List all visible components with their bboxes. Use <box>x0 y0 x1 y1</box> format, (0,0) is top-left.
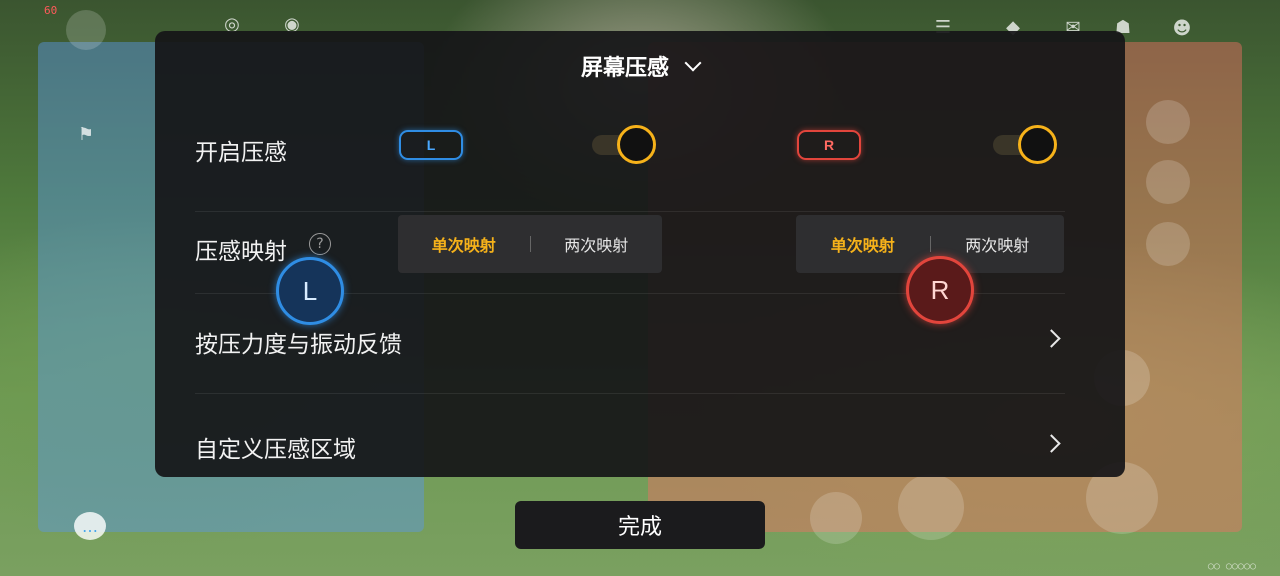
panel-title: 屏幕压感 <box>580 56 669 81</box>
toggle-knob <box>1018 125 1057 164</box>
fps-counter: 60 <box>44 4 58 17</box>
skill-button <box>810 492 862 544</box>
divider <box>195 393 1065 394</box>
pressure-mapping-label: 压感映射 <box>195 239 287 265</box>
version-text: ○○ ○○○○○ <box>1207 561 1256 572</box>
right-pressure-toggle[interactable] <box>993 125 1057 165</box>
toggle-knob <box>617 125 656 164</box>
right-badge: R <box>797 130 861 160</box>
left-mapping-selector: 单次映射 两次映射 <box>398 215 662 273</box>
chevron-right-icon[interactable] <box>1042 434 1061 453</box>
left-zone-marker[interactable]: L <box>276 257 344 325</box>
character-icon: ☻ <box>1172 17 1192 39</box>
left-single-mapping-option[interactable]: 单次映射 <box>398 232 530 256</box>
burst-button <box>898 474 964 540</box>
pressure-settings-panel: 屏幕压感 开启压感 L R 压感映射 ? 单次映射 两次映射 单次映射 两次映射… <box>155 31 1125 477</box>
done-button[interactable]: 完成 <box>515 501 765 549</box>
right-zone-marker[interactable]: R <box>906 256 974 324</box>
party-member-3 <box>1146 222 1190 266</box>
quest-icon: ⚑ <box>77 123 95 145</box>
press-force-feedback-label[interactable]: 按压力度与振动反馈 <box>195 325 402 359</box>
left-pressure-toggle[interactable] <box>592 125 656 165</box>
panel-header[interactable]: 屏幕压感 <box>155 53 1125 81</box>
chevron-down-icon[interactable] <box>684 54 702 72</box>
left-badge: L <box>399 130 463 160</box>
player-avatar <box>66 10 106 50</box>
right-single-mapping-option[interactable]: 单次映射 <box>796 232 930 256</box>
help-icon[interactable]: ? <box>309 233 331 255</box>
enable-pressure-label: 开启压感 <box>195 140 287 166</box>
chat-icon: … <box>74 512 106 540</box>
party-member-1 <box>1146 100 1190 144</box>
right-double-mapping-option[interactable]: 两次映射 <box>931 232 1065 256</box>
custom-pressure-area-label[interactable]: 自定义压感区域 <box>195 430 356 464</box>
party-member-2 <box>1146 160 1190 204</box>
left-double-mapping-option[interactable]: 两次映射 <box>531 232 663 256</box>
divider <box>195 211 1065 212</box>
chevron-right-icon[interactable] <box>1042 329 1061 348</box>
